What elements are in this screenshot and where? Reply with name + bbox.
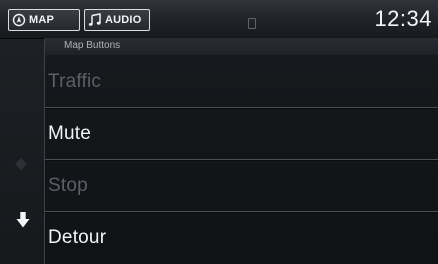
list-item-label: Detour: [48, 227, 107, 248]
clock: 12:34: [374, 6, 432, 31]
audio-tab-label: AUDIO: [105, 14, 142, 26]
status-bar: MAP AUDIO 12:34: [0, 0, 438, 39]
list-item-stop[interactable]: Stop: [45, 160, 438, 213]
map-tab-button[interactable]: MAP: [8, 9, 80, 31]
list-item-mute[interactable]: Mute: [45, 108, 438, 161]
list-item-traffic[interactable]: Traffic: [45, 56, 438, 109]
map-tab-label: MAP: [29, 14, 55, 26]
music-note-icon: [88, 13, 102, 27]
map-buttons-list: Traffic Mute Stop Detour: [45, 56, 438, 264]
section-title: Map Buttons: [64, 40, 121, 51]
audio-tab-button[interactable]: AUDIO: [84, 9, 150, 31]
scroll-down-arrow-icon[interactable]: [16, 211, 30, 234]
list-item-label: Mute: [48, 122, 92, 144]
list-item-label: Stop: [48, 174, 88, 196]
list-item-label: Traffic: [48, 70, 102, 92]
scroll-up-arrow-icon[interactable]: [14, 157, 28, 176]
scroll-rail: [0, 39, 45, 264]
navigation-circle-icon: [12, 13, 26, 27]
signal-indicator-icon: [248, 18, 256, 29]
navigation-screen: MAP AUDIO 12:34 Map Buttons Traffic Mute…: [0, 0, 438, 264]
list-item-detour[interactable]: Detour: [45, 212, 438, 264]
